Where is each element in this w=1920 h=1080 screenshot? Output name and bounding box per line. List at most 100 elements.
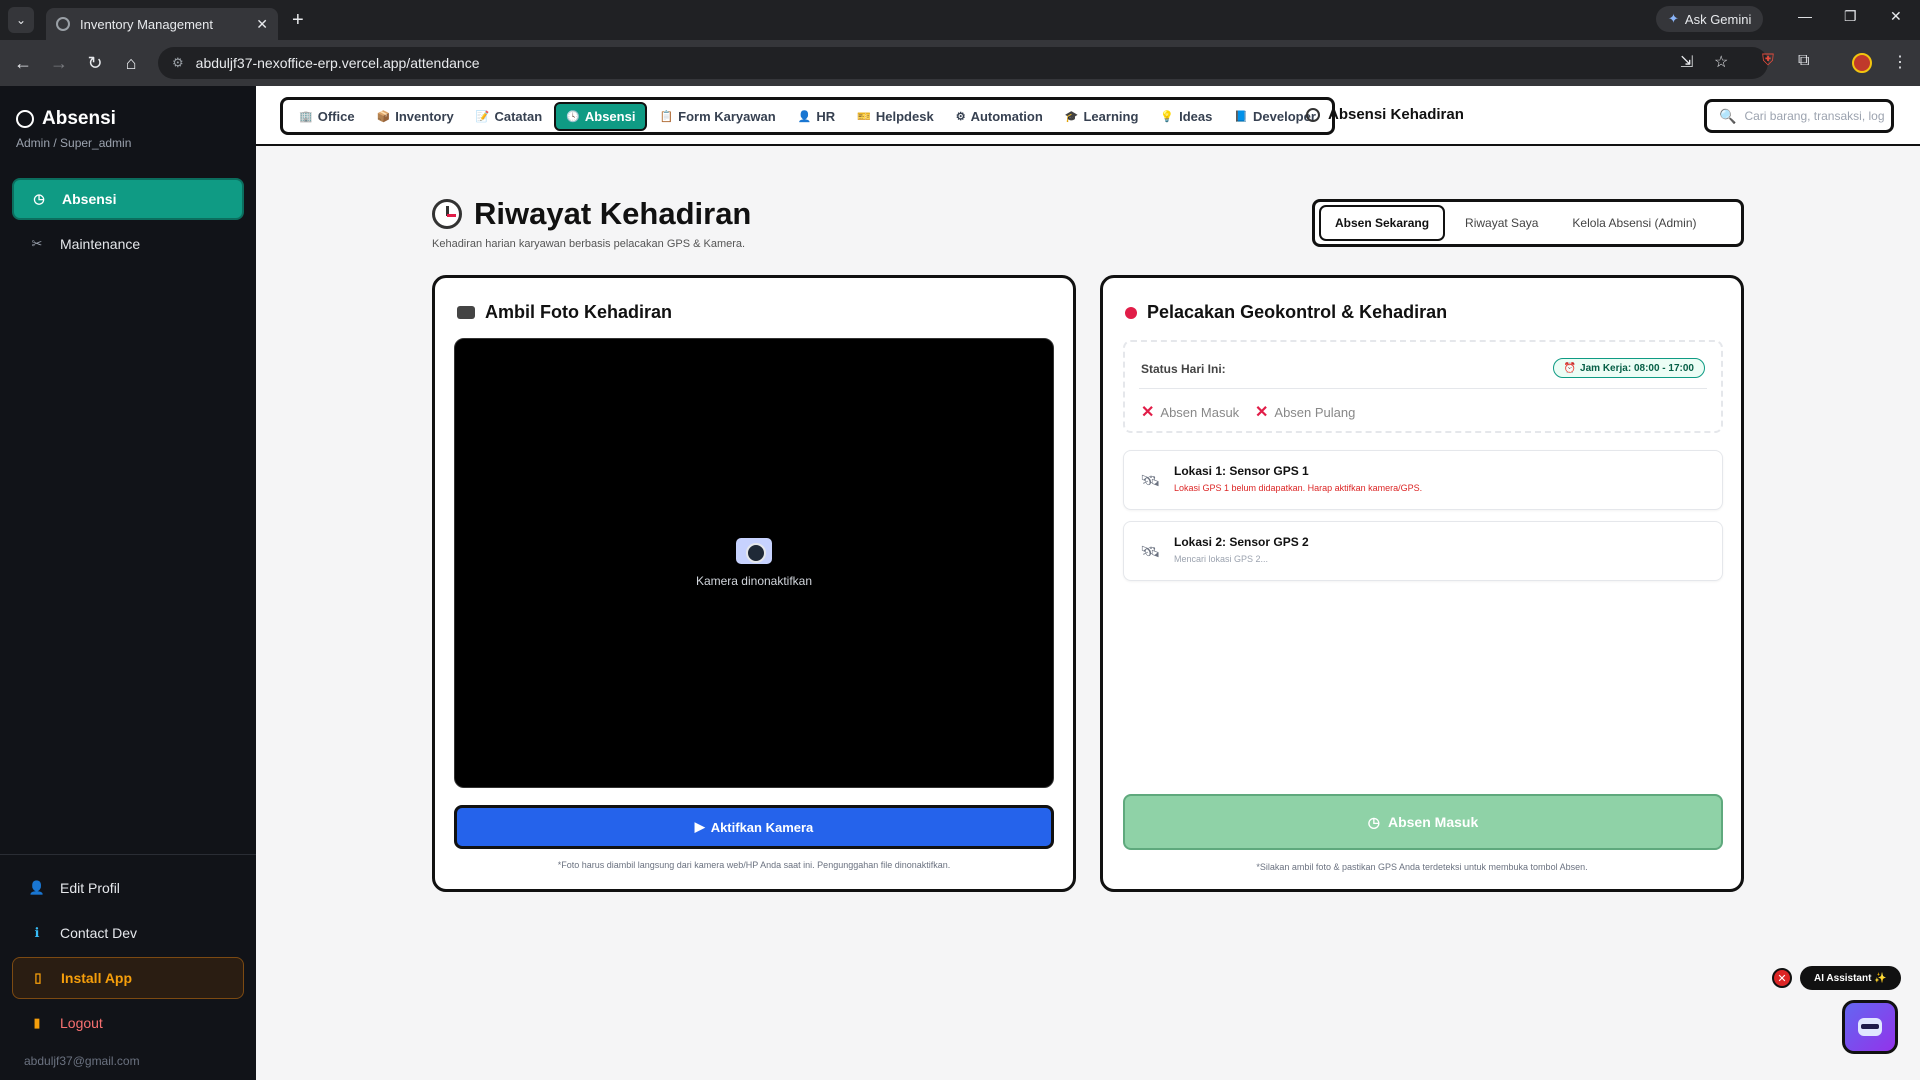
sidebar-item-contact-dev[interactable]: ℹ Contact Dev (12, 912, 244, 954)
alarm-clock-icon: ⏰ (1563, 362, 1577, 374)
clock-icon (1306, 107, 1320, 122)
absen-masuk-button[interactable]: ◷ Absen Masuk (1123, 794, 1723, 850)
nav-learning[interactable]: 🎓 Learning (1055, 104, 1149, 129)
close-tab-icon[interactable]: ✕ (256, 16, 268, 33)
nav-catatan[interactable]: 📝 Catatan (466, 104, 552, 129)
tab-title: Inventory Management (80, 16, 213, 32)
building-icon: 🏢 (299, 110, 313, 123)
info-icon: ℹ (34, 925, 40, 940)
install-app-button[interactable]: ▯ Install App (12, 957, 244, 999)
sidebar-header: Absensi Admin / Super_admin (16, 108, 131, 150)
nav-label: Learning (1083, 108, 1139, 124)
user-icon: 👤 (28, 880, 46, 895)
back-button[interactable]: ← (5, 53, 41, 74)
nav-absensi[interactable]: 🕓 Absensi (554, 101, 648, 131)
activate-camera-button[interactable]: ▶ Aktifkan Kamera (454, 805, 1054, 849)
nav-ideas[interactable]: 💡 Ideas (1150, 104, 1222, 129)
globe-icon (56, 17, 70, 31)
sidebar-title: Absensi (42, 108, 116, 129)
status-box: Status Hari Ini: ⏰ Jam Kerja: 08:00 - 17:… (1123, 340, 1723, 433)
camera-icon (736, 538, 772, 564)
sidebar-item-absensi[interactable]: ◷ Absensi (12, 178, 244, 220)
page-header-title: Absensi Kehadiran (1328, 106, 1464, 123)
robot-icon (1858, 1018, 1882, 1036)
geo-card: Pelacakan Geokontrol & Kehadiran Status … (1100, 275, 1744, 892)
minimize-button[interactable]: — (1798, 8, 1812, 24)
location-desc: Lokasi GPS 1 belum didapatkan. Harap akt… (1174, 483, 1423, 493)
nav-helpdesk[interactable]: 🎫 Helpdesk (847, 104, 944, 129)
tab-absen-sekarang[interactable]: Absen Sekarang (1319, 205, 1446, 241)
search-input[interactable]: 🔍 Cari barang, transaksi, log (1704, 99, 1894, 133)
ai-assistant-button[interactable] (1842, 1000, 1898, 1054)
nav-label: Inventory (395, 108, 454, 124)
nav-label: Ideas (1179, 108, 1213, 124)
nav-hr[interactable]: 👤 HR (788, 104, 845, 129)
nav-label: HR (816, 108, 836, 124)
nav-label: Form Karyawan (678, 108, 776, 124)
location-title: Lokasi 1: Sensor GPS 1 (1174, 464, 1309, 478)
user-icon: 👤 (797, 110, 812, 123)
sidebar-item-maintenance[interactable]: ✂ Maintenance (12, 223, 244, 265)
checkin-label: Absen Masuk (1160, 404, 1240, 420)
ai-assistant-label[interactable]: AI Assistant ✨ (1800, 966, 1901, 990)
extension-shield-icon[interactable]: ⛨ (1762, 52, 1774, 70)
forward-button[interactable]: → (41, 53, 77, 74)
install-icon[interactable]: ⇲ (1680, 52, 1693, 72)
restore-button[interactable]: ❐ (1844, 8, 1857, 25)
tab-riwayat-saya[interactable]: Riwayat Saya (1451, 207, 1552, 239)
sidebar-item-label: Install App (61, 970, 133, 986)
clock-icon (16, 110, 34, 128)
map-pin-icon (1125, 306, 1137, 319)
tab-kelola-absensi[interactable]: Kelola Absensi (Admin) (1558, 207, 1710, 239)
gear-icon: ⚙ (955, 110, 966, 123)
close-window-button[interactable]: ✕ (1890, 8, 1902, 25)
reload-button[interactable]: ↻ (77, 53, 113, 74)
satellite-icon: 🛰 (1140, 473, 1161, 490)
ticket-icon: 🎫 (857, 110, 871, 123)
clock-icon: ◷ (1367, 813, 1380, 830)
gemini-sparkle-icon: ✦ (1668, 11, 1679, 26)
button-label: Absen Masuk (1387, 814, 1479, 830)
close-assistant-button[interactable]: ✕ (1772, 968, 1792, 988)
phone-icon: ▯ (34, 970, 42, 985)
satellite-icon: 🛰 (1140, 544, 1161, 561)
extensions-puzzle-icon[interactable]: ⧉ (1798, 52, 1809, 70)
browser-tab[interactable]: Inventory Management ✕ (46, 8, 278, 40)
cross-icon: ✕ (1141, 404, 1155, 421)
logout-button[interactable]: ▮ Logout (12, 1002, 244, 1044)
camera-status-text: Kamera dinonaktifkan (695, 574, 813, 588)
clock-icon (432, 199, 462, 229)
sidebar-divider (0, 854, 256, 855)
profile-avatar[interactable] (1852, 53, 1872, 73)
gemini-label: Ask Gemini (1684, 11, 1752, 27)
sidebar-item-edit-profil[interactable]: 👤 Edit Profil (12, 867, 244, 909)
tab-list-button[interactable]: ⌄ (8, 7, 34, 33)
button-label: Aktifkan Kamera (710, 819, 814, 835)
home-button[interactable]: ⌂ (113, 53, 149, 74)
clipboard-icon: 📋 (659, 110, 674, 123)
nav-inventory[interactable]: 📦 Inventory (367, 104, 464, 129)
sidebar-item-label: Absensi (62, 191, 117, 207)
ask-gemini-button[interactable]: ✦ Ask Gemini (1656, 6, 1764, 32)
bookmark-star-icon[interactable]: ☆ (1714, 52, 1728, 72)
new-tab-button[interactable]: + (292, 9, 304, 32)
geo-note: *Silakan ambil foto & pastikan GPS Anda … (1256, 862, 1588, 872)
site-settings-icon[interactable]: ⚙ (172, 55, 184, 71)
page-header: Absensi Kehadiran (1306, 106, 1464, 123)
page-subtitle: Kehadiran harian karyawan berbasis pelac… (432, 238, 746, 250)
checkout-status: ✕ Absen Pulang (1255, 402, 1355, 422)
nav-form-karyawan[interactable]: 📋 Form Karyawan (649, 104, 785, 129)
user-email: abduljf37@gmail.com (24, 1054, 140, 1068)
browser-menu-icon[interactable]: ⋮ (1892, 52, 1908, 72)
nav-automation[interactable]: ⚙ Automation (946, 104, 1053, 129)
top-navigation: 🏢 Office 📦 Inventory 📝 Catatan 🕓 Absensi 📋 Fo… (256, 86, 1920, 146)
location-title: Lokasi 2: Sensor GPS 2 (1174, 535, 1309, 549)
module-nav: 🏢 Office 📦 Inventory 📝 Catatan 🕓 Absensi 📋 Fo… (280, 97, 1335, 135)
search-icon: 🔍 (1719, 107, 1737, 124)
nav-office[interactable]: 🏢 Office (289, 104, 365, 129)
camera-card: Ambil Foto Kehadiran Kamera dinonaktifka… (432, 275, 1076, 892)
nav-label: Absensi (584, 108, 636, 124)
url-field[interactable]: ⚙ abduljf37-nexoffice-erp.vercel.app/att… (158, 47, 1768, 79)
nav-label: Catatan (494, 108, 543, 124)
camera-card-title: Ambil Foto Kehadiran (457, 302, 672, 323)
